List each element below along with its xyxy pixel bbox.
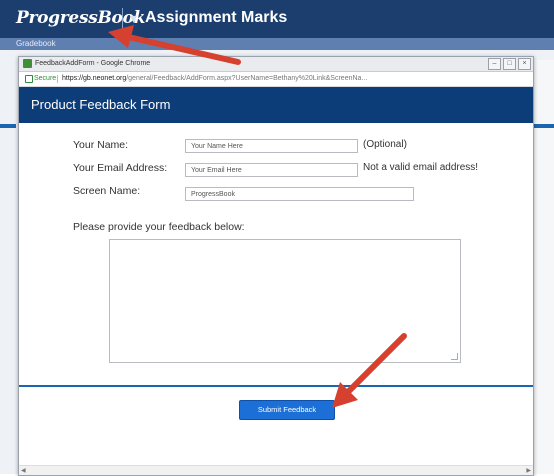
screen-name-label: Screen Name:	[73, 185, 141, 197]
window-controls: – □ ×	[488, 58, 531, 70]
form-divider	[19, 385, 533, 387]
email-input[interactable]: Your Email Here	[185, 163, 358, 177]
subbar-link[interactable]: Gradebook	[16, 38, 56, 50]
background-divider-left	[0, 124, 16, 128]
maximize-button[interactable]: □	[503, 58, 516, 70]
feedback-popup-window: FeedbackAddForm - Google Chrome – □ × Se…	[18, 56, 534, 476]
submit-feedback-button[interactable]: Submit Feedback	[239, 400, 335, 420]
feedback-textarea[interactable]	[109, 239, 461, 363]
chevron-down-icon[interactable]: ▾	[130, 10, 137, 27]
email-label: Your Email Address:	[73, 162, 168, 174]
feedback-prompt: Please provide your feedback below:	[73, 221, 245, 233]
scroll-left-icon[interactable]: ◀	[21, 467, 26, 474]
lock-icon	[25, 75, 33, 83]
email-validation-message: Not a valid email address!	[363, 162, 479, 173]
url-separator	[57, 75, 58, 83]
favicon-icon	[23, 59, 32, 68]
page-title: Assignment Marks	[145, 9, 288, 26]
secure-label: Secure	[34, 75, 57, 82]
url-text[interactable]: https://gb.neonet.org/general/Feedback/A…	[62, 72, 530, 86]
background-panel	[533, 60, 554, 474]
app-header: ProgressBook ▾ Assignment Marks	[0, 0, 554, 38]
progressbook-logo[interactable]: ProgressBook	[16, 8, 145, 28]
header-separator	[122, 8, 123, 30]
optional-note: (Optional)	[363, 139, 407, 150]
url-host: https://gb.neonet.org	[62, 75, 127, 82]
window-titlebar[interactable]: FeedbackAddForm - Google Chrome – □ ×	[19, 57, 533, 72]
address-bar[interactable]: Secure https://gb.neonet.org/general/Fee…	[19, 72, 533, 87]
scroll-right-icon[interactable]: ▶	[526, 467, 531, 474]
form-header: Product Feedback Form	[19, 87, 533, 123]
name-input[interactable]: Your Name Here	[185, 139, 358, 153]
window-title: FeedbackAddForm - Google Chrome	[35, 60, 151, 67]
name-label: Your Name:	[73, 139, 129, 151]
close-button[interactable]: ×	[518, 58, 531, 70]
form-title: Product Feedback Form	[31, 97, 171, 112]
app-subbar: Gradebook	[0, 38, 554, 50]
screen-name-input[interactable]: ProgressBook	[185, 187, 414, 201]
feedback-form: Your Name: Your Name Here (Optional) You…	[19, 123, 533, 385]
url-path: /general/Feedback/AddForm.aspx?UserName=…	[126, 75, 368, 82]
resize-grip-icon[interactable]	[451, 353, 458, 360]
minimize-button[interactable]: –	[488, 58, 501, 70]
